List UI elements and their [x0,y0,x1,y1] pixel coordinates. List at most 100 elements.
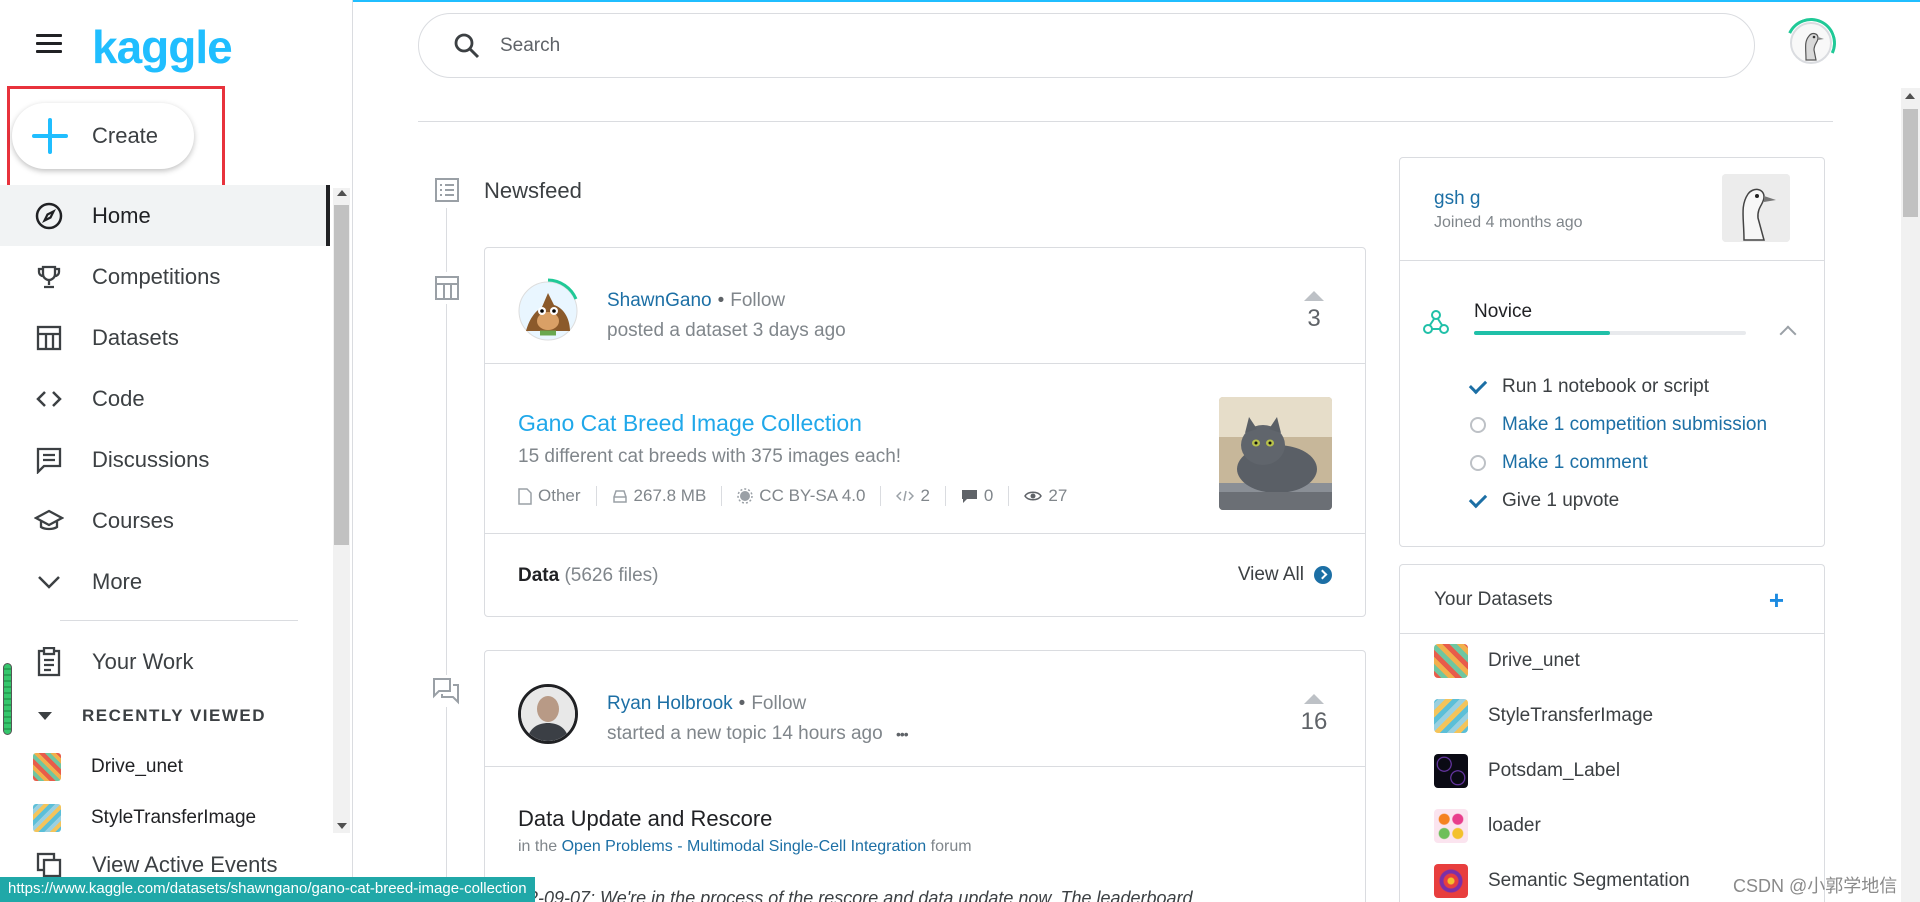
scroll-down-arrow-icon[interactable] [337,823,347,829]
profile-name-link[interactable]: gsh g [1434,188,1480,210]
clipboard-icon [34,647,64,677]
recent-item-style-transfer[interactable]: StyleTransferImage [33,803,256,833]
goose-avatar-icon [1722,174,1790,242]
sidebar-item-label: Your Work [92,649,194,674]
sidebar: kaggle Create Home Competitions Datasets [0,0,353,902]
list-icon [431,174,463,206]
create-button[interactable]: Create [12,103,194,169]
circle-icon [1470,417,1486,433]
dataset-title-link[interactable]: Gano Cat Breed Image Collection [518,410,862,437]
newsfeed-card-dataset: ShawnGano • Follow posted a dataset 3 days… [484,247,1366,617]
compass-icon [34,201,64,231]
follow-link[interactable]: Follow [730,290,785,311]
data-label: Data (5626 files) [518,565,658,587]
meta-views-value: 27 [1048,486,1068,505]
dot-separator: • [717,290,725,311]
dataset-thumbnail[interactable] [1219,397,1332,510]
dataset-thumbnail [33,804,61,832]
forum-icon [430,675,462,707]
search-input[interactable] [500,34,1700,57]
dot-separator: • [738,693,746,714]
author-name-link[interactable]: ShawnGano [607,290,712,311]
recently-viewed-toggle[interactable]: RECENTLY VIEWED [38,706,266,726]
user-avatar[interactable] [1790,22,1832,64]
author-avatar[interactable] [518,684,578,744]
sidebar-item-competitions[interactable]: Competitions [0,246,330,307]
view-all-link[interactable]: View All [1238,564,1332,586]
data-heading: Data [518,565,560,586]
forum-link[interactable]: Open Problems - Multimodal Single-Cell I… [562,838,927,855]
meta-views: 27 [1024,486,1082,506]
kaggle-logo[interactable]: kaggle [92,20,233,74]
sidebar-item-discussions[interactable]: Discussions [0,429,330,490]
add-dataset-button[interactable]: + [1769,587,1784,613]
tier-label: Novice [1474,301,1533,322]
task-competition-submission[interactable]: Make 1 competition submission [1470,414,1767,436]
card-header: ShawnGano • Follow posted a dataset 3 days… [485,248,1365,364]
sidebar-item-home[interactable]: Home [0,185,330,246]
more-options-icon[interactable]: ••• [896,726,909,742]
trophy-icon [34,262,64,292]
dataset-item-loader[interactable]: loader [1434,809,1541,843]
dataset-item-style-transfer[interactable]: StyleTransferImage [1434,699,1653,733]
sidebar-item-label: Home [92,202,151,228]
author-name-link[interactable]: Ryan Holbrook [607,693,733,714]
dataset-item-label: Semantic Segmentation [1488,870,1690,891]
page-scrollbar-thumb[interactable] [1903,109,1918,217]
dataset-thumbnail [1434,644,1468,678]
recently-viewed-label: RECENTLY VIEWED [82,706,267,725]
follow-link[interactable]: Follow [751,693,806,714]
sidebar-item-label: Code [92,385,145,411]
dataset-item-drive-unet[interactable]: Drive_unet [1434,644,1580,678]
sidebar-nav: Home Competitions Datasets Code Discussi… [0,185,330,612]
caret-down-icon [38,712,52,720]
meta-comments: 0 [961,486,1010,506]
profile-avatar[interactable] [1722,174,1790,242]
chevron-up-icon[interactable] [1779,325,1797,343]
create-label: Create [92,123,159,148]
tier-progress-fill [1474,331,1610,335]
sidebar-item-label: Discussions [92,446,210,472]
scroll-up-arrow-icon[interactable] [337,190,347,196]
hamburger-menu-icon[interactable] [36,34,62,54]
upvote-button[interactable]: 3 [1299,291,1329,333]
upvote-icon [1304,694,1324,704]
progress-indicator [3,663,12,735]
forum-suffix: forum [930,838,972,855]
chevron-right-circle-icon [1314,566,1332,584]
sidebar-item-more[interactable]: More [0,551,330,612]
dataset-item-label: loader [1488,815,1541,836]
meta-notebooks: 2 [896,486,946,506]
sidebar-item-courses[interactable]: Courses [0,490,330,551]
task-label: Make 1 competition submission [1502,414,1768,435]
dataset-subtitle: 15 different cat breeds with 375 images … [518,446,902,467]
molecule-icon [1422,308,1450,341]
file-icon [518,487,532,505]
author-line: ShawnGano • Follow [607,290,785,312]
dataset-item-potsdam-label[interactable]: Potsdam_Label [1434,754,1620,788]
task-label: Run 1 notebook or script [1502,376,1710,397]
circle-icon [1470,455,1486,471]
task-make-comment[interactable]: Make 1 comment [1470,452,1648,474]
sidebar-scrollbar-thumb[interactable] [334,205,349,545]
sidebar-item-datasets[interactable]: Datasets [0,307,330,368]
sidebar-item-label: Datasets [92,324,179,350]
dataset-thumbnail [1434,864,1468,898]
dataset-item-label: Potsdam_Label [1488,760,1621,781]
upvote-button[interactable]: 16 [1299,694,1329,736]
dataset-item-semantic-segmentation[interactable]: Semantic Segmentation [1434,864,1690,898]
header-divider [418,121,1833,122]
recent-item-drive-unet[interactable]: Drive_unet [33,752,183,782]
topic-title-link[interactable]: Data Update and Rescore [518,806,772,832]
check-icon [1468,489,1488,509]
chevron-down-icon [34,567,64,597]
card-header: Ryan Holbrook • Follow started a new topic… [485,651,1365,767]
sidebar-item-code[interactable]: Code [0,368,330,429]
search-bar[interactable] [418,13,1755,78]
activity-text: started a new topic 14 hours ago ••• [607,723,909,745]
watermark-text: CSDN @小郭学地信 [1733,876,1898,896]
sidebar-item-your-work[interactable]: Your Work [0,632,330,692]
scroll-up-arrow-icon[interactable] [1905,93,1915,99]
sidebar-item-label: More [92,568,143,594]
dataset-item-label: StyleTransferImage [1488,705,1654,726]
